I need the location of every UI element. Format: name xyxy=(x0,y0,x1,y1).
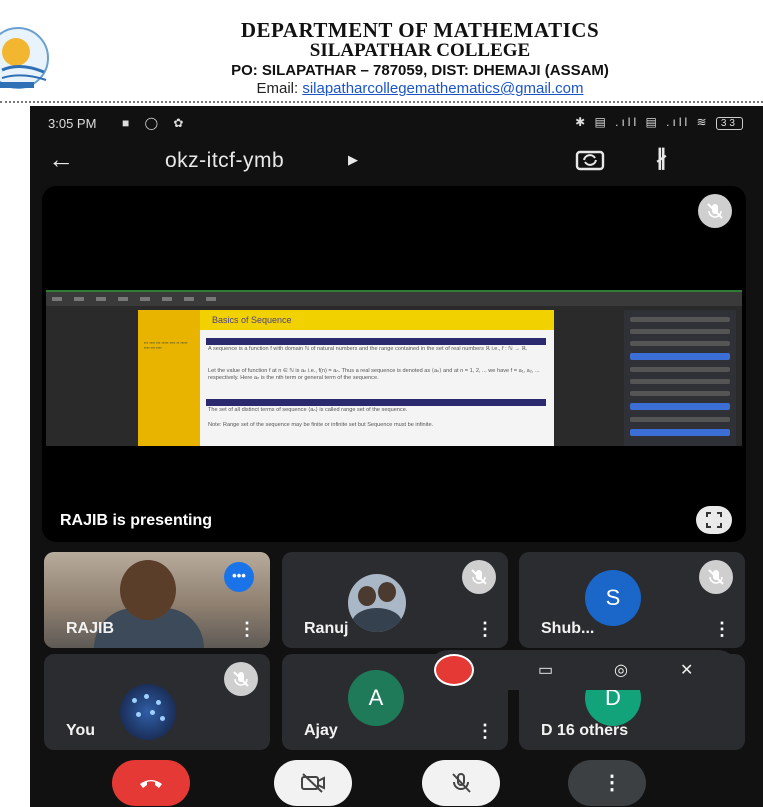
more-options-button[interactable]: ⋮ xyxy=(568,760,646,806)
close-icon[interactable]: ✕ xyxy=(680,660,693,680)
screenshot-root: DEPARTMENT OF MATHEMATICS SILAPATHAR COL… xyxy=(0,0,763,807)
participant-tile-you[interactable]: You xyxy=(44,654,270,750)
shared-toolbar xyxy=(46,292,742,306)
fullscreen-icon xyxy=(706,512,722,528)
more-options-icon[interactable]: ⋮ xyxy=(238,619,256,640)
signal-icons: ✱ ▤ .ıll ▤ .ıll ≋ 33 xyxy=(575,115,743,130)
address-line: PO: SILAPATHAR – 787059, DIST: DHEMAJI (… xyxy=(231,62,609,79)
fullscreen-button[interactable] xyxy=(696,506,732,534)
end-call-button[interactable] xyxy=(112,760,190,806)
more-options-icon[interactable]: ⋮ xyxy=(713,619,731,640)
meeting-code[interactable]: okz-itcf-ymb xyxy=(165,149,284,173)
slide-paragraph: Let the value of function f at n ∈ ℕ is … xyxy=(208,368,540,381)
mic-off-icon xyxy=(462,560,496,594)
definition-bar-2: Definition xyxy=(206,399,546,413)
more-options-icon[interactable]: ⋮ xyxy=(476,619,494,640)
caret-right-icon[interactable]: ▶ xyxy=(348,152,358,168)
folder-icon[interactable]: ▭ xyxy=(538,660,553,680)
speaking-indicator-icon: ••• xyxy=(224,562,254,592)
participant-tile-rajib[interactable]: ••• RAJIB ⋮ xyxy=(44,552,270,648)
definition-text-2: The set of all distinct terms of sequenc… xyxy=(208,407,408,413)
back-arrow-icon[interactable]: ← xyxy=(48,144,74,175)
email-label: Email: xyxy=(256,80,303,97)
definition-text-1: A sequence is a function f with domain ℕ… xyxy=(208,346,528,352)
slide-note: Note: Range set of the sequence may be f… xyxy=(208,422,434,428)
participant-name: RAJIB xyxy=(66,620,115,637)
avatar xyxy=(348,574,406,632)
more-options-icon[interactable]: ⋮ xyxy=(476,721,494,742)
participant-tile-shub[interactable]: S Shub... ⋮ xyxy=(519,552,745,648)
switch-camera-icon[interactable] xyxy=(575,148,605,172)
avatar: A xyxy=(348,670,404,726)
others-count: 16 others xyxy=(557,722,629,739)
call-controls: ⋮ xyxy=(30,756,763,807)
meet-screen: 3:05 PM ■ ◯ ✿ ✱ ▤ .ıll ▤ .ıll ≋ 33 ← okz… xyxy=(30,106,763,807)
status-bar: 3:05 PM ■ ◯ ✿ ✱ ▤ .ıll ▤ .ıll ≋ 33 xyxy=(30,106,763,140)
more-vert-icon: ⋮ xyxy=(602,772,622,794)
mic-off-icon xyxy=(699,560,733,594)
participant-name: You xyxy=(66,722,96,739)
phone-hangup-icon xyxy=(140,780,162,788)
mic-off-icon xyxy=(224,662,258,696)
battery-icon: 33 xyxy=(715,117,743,130)
avatar xyxy=(120,684,176,740)
partial-name: D xyxy=(541,722,553,739)
participant-name: Ranuj xyxy=(304,620,349,637)
shared-screen: ▪▪▪ ▪▪▪▪ ▪▪▪ ▪▪▪▪▪ ▪▪▪▪ ▪▪ ▪▪▪▪▪ ▪▪▪▪ ▪▪… xyxy=(46,290,742,446)
participant-name: Shub... xyxy=(541,620,595,637)
recording-toolbar: ▭ ◎ ✕ xyxy=(428,650,738,690)
side-panel xyxy=(624,310,736,446)
mic-toggle-button[interactable] xyxy=(422,760,500,806)
notification-icons: ■ ◯ ✿ xyxy=(122,116,190,130)
mic-off-icon xyxy=(698,194,732,228)
slide-title: Basics of Sequence xyxy=(212,315,292,325)
meet-top-bar: ← okz-itcf-ymb ▶ ∦ xyxy=(30,140,763,182)
participant-name: Ajay xyxy=(304,722,338,739)
definition-bar-1: Definition xyxy=(206,338,546,352)
email-line: Email: silapatharcollegemathematics@gmai… xyxy=(100,80,740,97)
status-time: 3:05 PM xyxy=(48,116,97,131)
participant-tile-ranuj[interactable]: Ranuj ⋮ xyxy=(282,552,508,648)
divider xyxy=(0,101,763,103)
mic-off-icon xyxy=(452,773,471,793)
participant-name: D 16 others xyxy=(541,722,628,740)
avatar: S xyxy=(585,570,641,626)
bluetooth-icon[interactable]: ∦ xyxy=(656,145,667,171)
email-link[interactable]: silapatharcollegemathematics@gmail.com xyxy=(302,80,583,97)
settings-icon[interactable]: ◎ xyxy=(614,660,628,680)
record-button[interactable] xyxy=(434,654,474,686)
slide-sidebar: ▪▪▪ ▪▪▪▪ ▪▪▪ ▪▪▪▪▪ ▪▪▪▪ ▪▪ ▪▪▪▪▪ ▪▪▪▪ ▪▪… xyxy=(138,310,200,446)
presenter-label: RAJIB is presenting xyxy=(60,512,213,529)
presentation-tile[interactable]: ▪▪▪ ▪▪▪▪ ▪▪▪ ▪▪▪▪▪ ▪▪▪▪ ▪▪ ▪▪▪▪▪ ▪▪▪▪ ▪▪… xyxy=(42,186,746,542)
camera-off-icon xyxy=(301,773,325,793)
camera-toggle-button[interactable] xyxy=(274,760,352,806)
college-logo xyxy=(0,27,49,89)
letterhead: DEPARTMENT OF MATHEMATICS SILAPATHAR COL… xyxy=(0,0,763,104)
college-name: SILAPATHAR COLLEGE xyxy=(309,40,531,61)
